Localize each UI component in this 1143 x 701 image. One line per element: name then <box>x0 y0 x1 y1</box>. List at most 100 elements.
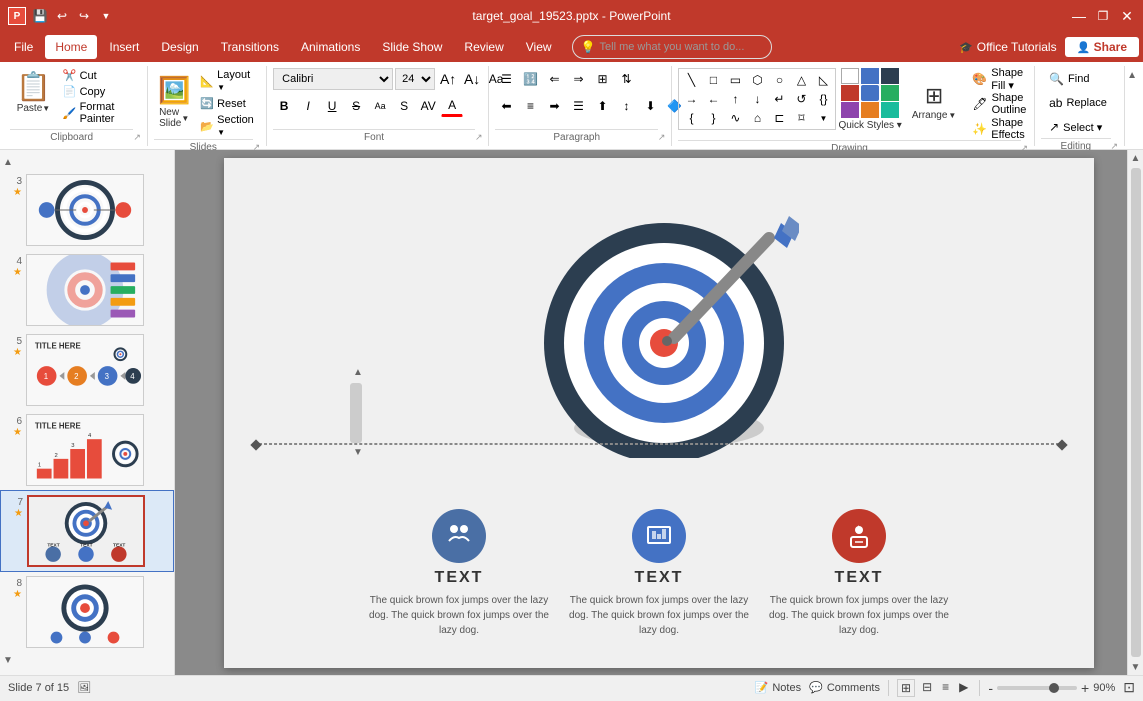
office-tutorials-link[interactable]: 🎓 Office Tutorials <box>959 40 1057 54</box>
decrease-indent-button[interactable]: ⇐ <box>543 68 565 90</box>
find-button[interactable]: 🔍 Find <box>1041 68 1097 90</box>
increase-font-button[interactable]: A↑ <box>437 68 459 90</box>
slide-thumb-3[interactable]: 3 ★ <box>0 170 174 250</box>
bullets-button[interactable]: ☰ <box>495 68 517 90</box>
shape-snip[interactable]: ⬡ <box>747 71 767 89</box>
justify-button[interactable]: ☰ <box>567 95 589 117</box>
copy-button[interactable]: 📄Copy <box>59 84 141 99</box>
qs-cell-5[interactable] <box>861 85 879 101</box>
font-color-button[interactable]: A <box>441 95 463 117</box>
shape-rrect[interactable]: ▭ <box>725 71 745 89</box>
shape-custom1[interactable]: ⌂ <box>747 109 767 127</box>
shape-arrow-left[interactable]: ← <box>703 90 723 108</box>
comments-button[interactable]: 💬 Comments <box>809 681 880 694</box>
scroll-down-button[interactable]: ▼ <box>350 445 366 461</box>
vertical-scrollbar-thumb[interactable] <box>350 383 362 443</box>
menu-design[interactable]: Design <box>151 35 208 59</box>
right-scroll-up[interactable]: ▲ <box>1128 150 1143 166</box>
slide-thumbnail-8[interactable] <box>26 576 144 648</box>
zoom-slider-thumb[interactable] <box>1049 683 1059 693</box>
shape-stripes[interactable]: {} <box>813 90 833 108</box>
decrease-font-button[interactable]: A↓ <box>461 68 483 90</box>
menu-review[interactable]: Review <box>454 35 513 59</box>
zoom-out-button[interactable]: - <box>988 680 993 696</box>
shape-brace-right[interactable]: } <box>703 109 723 127</box>
qs-cell-1[interactable] <box>841 68 859 84</box>
format-painter-button[interactable]: 🖌️Format Painter <box>59 100 141 126</box>
replace-button[interactable]: ab Replace <box>1041 92 1115 114</box>
menu-file[interactable]: File <box>4 35 43 59</box>
slide-thumb-4[interactable]: 4 ★ <box>0 250 174 330</box>
slide-thumb-7[interactable]: 7 ★ <box>0 490 174 572</box>
slide-thumbnail-4[interactable] <box>26 254 144 326</box>
section-button[interactable]: 📂Section ▼ <box>196 113 260 139</box>
slide-sorter-button[interactable]: ⊟ <box>919 679 935 697</box>
qs-cell-9[interactable] <box>881 102 899 118</box>
menu-slideshow[interactable]: Slide Show <box>372 35 452 59</box>
shape-arrow-down[interactable]: ↓ <box>747 90 767 108</box>
zoom-in-button[interactable]: + <box>1081 680 1089 696</box>
menu-animations[interactable]: Animations <box>291 35 370 59</box>
share-button[interactable]: 👤 Share <box>1065 37 1139 57</box>
slide-thumbnail-7[interactable]: TEXT TEXT TEXT <box>27 495 145 567</box>
shape-rect[interactable]: □ <box>703 71 723 89</box>
bold-button[interactable]: B <box>273 95 295 117</box>
shape-outline-button[interactable]: 🖊 Shape Outline <box>964 93 1034 115</box>
arrange-button[interactable]: ⊞ Arrange ▼ <box>906 68 963 136</box>
layout-button[interactable]: 📐Layout ▼ <box>196 68 260 94</box>
shape-rtriangle[interactable]: ◺ <box>813 71 833 89</box>
paste-button[interactable]: 📋 Paste ▼ <box>10 68 57 126</box>
right-scrollbar-track[interactable] <box>1131 168 1141 657</box>
customize-qat-button[interactable]: ▼ <box>98 8 114 24</box>
qs-cell-8[interactable] <box>861 102 879 118</box>
reading-view-button[interactable]: ≡ <box>939 679 952 697</box>
align-center-button[interactable]: ≡ <box>519 95 541 117</box>
slide-thumb-6[interactable]: 6 ★ TITLE HERE 1 2 3 4 <box>0 410 174 490</box>
redo-button[interactable]: ↪ <box>76 8 92 24</box>
select-button[interactable]: ↗ Select ▾ <box>1041 116 1110 138</box>
align-left-button[interactable]: ⬅ <box>495 95 517 117</box>
undo-button[interactable]: ↩ <box>54 8 70 24</box>
tell-me-input[interactable]: 💡 Tell me what you want to do... <box>572 35 772 59</box>
align-top-button[interactable]: ⬆ <box>591 95 613 117</box>
font-size-select[interactable]: 24 <box>395 68 435 90</box>
qs-cell-7[interactable] <box>841 102 859 118</box>
zoom-slider[interactable] <box>997 686 1077 690</box>
slideshow-button[interactable]: ▶ <box>956 679 971 697</box>
restore-button[interactable]: ❐ <box>1095 8 1111 24</box>
reset-button[interactable]: 🔄Reset <box>196 96 260 111</box>
panel-scroll-down[interactable]: ▼ <box>0 652 16 668</box>
cut-button[interactable]: ✂️Cut <box>59 68 141 83</box>
slide-thumbnail-3[interactable] <box>26 174 144 246</box>
fit-slide-button[interactable]: ⊡ <box>1123 679 1135 696</box>
shape-arrow-up[interactable]: ↑ <box>725 90 745 108</box>
close-button[interactable]: ✕ <box>1119 8 1135 24</box>
text-columns-button[interactable]: ⊞ <box>591 68 613 90</box>
clipboard-expand[interactable]: ↗ <box>133 132 141 143</box>
shape-line[interactable]: ╲ <box>681 71 701 89</box>
shape-effects-button[interactable]: ✨ Shape Effects <box>964 118 1034 140</box>
menu-home[interactable]: Home <box>45 35 97 59</box>
text-direction-button[interactable]: ⇅ <box>615 68 637 90</box>
quick-styles-button[interactable]: Quick Styles ▾ <box>838 120 901 131</box>
shape-custom2[interactable]: ⊏ <box>769 109 789 127</box>
qs-cell-4[interactable] <box>841 85 859 101</box>
small-caps-button[interactable]: Aa <box>369 95 391 117</box>
save-button[interactable]: 💾 <box>32 8 48 24</box>
text-shadow-button[interactable]: S <box>393 95 415 117</box>
shape-custom3[interactable]: ⌑ <box>791 109 811 127</box>
ribbon-collapse-button[interactable]: ▲ <box>1125 66 1139 83</box>
shape-arrow-right[interactable]: → <box>681 90 701 108</box>
menu-view[interactable]: View <box>516 35 562 59</box>
shape-bent-arrow[interactable]: ↵ <box>769 90 789 108</box>
increase-indent-button[interactable]: ⇒ <box>567 68 589 90</box>
notes-button[interactable]: 📝 Notes <box>755 681 801 694</box>
italic-button[interactable]: I <box>297 95 319 117</box>
slide-thumbnail-5[interactable]: TITLE HERE 1 2 3 4 <box>26 334 144 406</box>
strikethrough-button[interactable]: S <box>345 95 367 117</box>
spacing-button[interactable]: AV <box>417 95 439 117</box>
slide-thumbnail-6[interactable]: TITLE HERE 1 2 3 4 <box>26 414 144 486</box>
right-scroll-down[interactable]: ▼ <box>1128 659 1143 675</box>
menu-transitions[interactable]: Transitions <box>211 35 289 59</box>
align-bottom-button[interactable]: ⬇ <box>639 95 661 117</box>
